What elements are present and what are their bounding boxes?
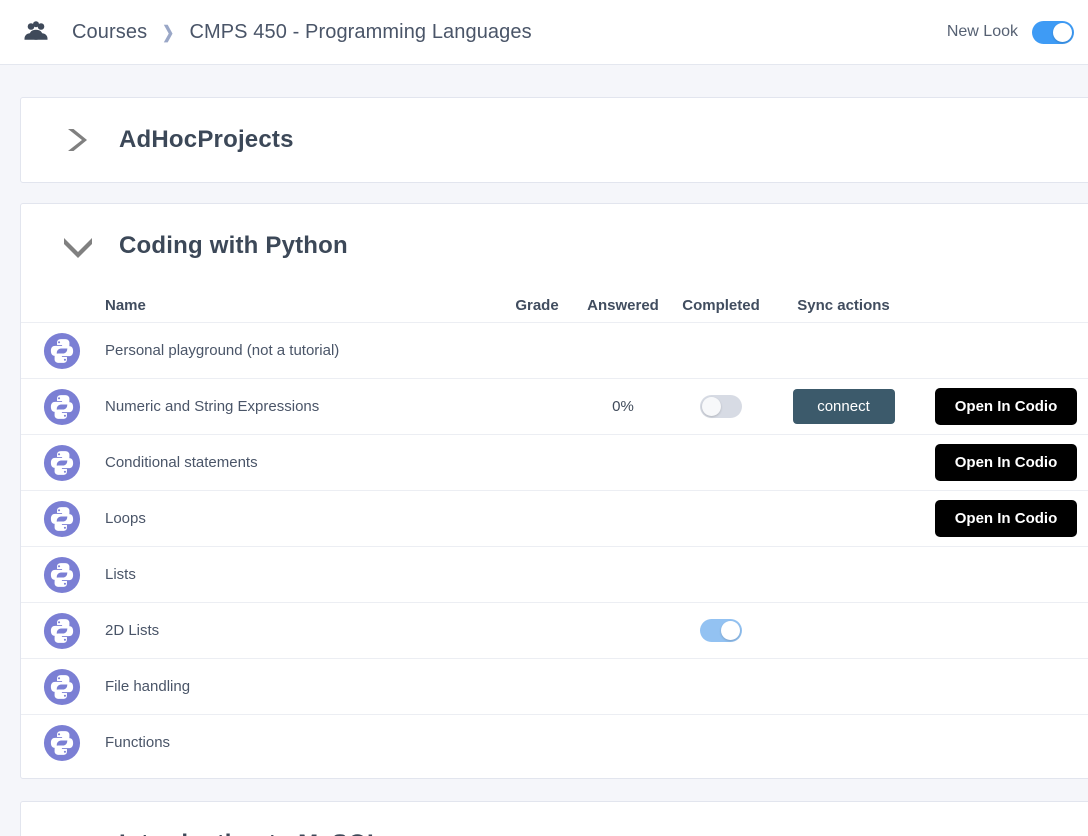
table-row[interactable]: 2D Lists <box>21 602 1088 658</box>
lesson-name[interactable]: Conditional statements <box>105 454 494 471</box>
section-title-adhocprojects: AdHocProjects <box>119 126 294 153</box>
section-header-coding-with-python[interactable]: Coding with Python <box>21 204 1088 288</box>
table-row[interactable]: Lists <box>21 546 1088 602</box>
connect-button[interactable]: connect <box>792 389 895 424</box>
lesson-name[interactable]: Personal playground (not a tutorial) <box>105 342 494 359</box>
row-icon-cell <box>21 668 105 706</box>
section-card-coding-with-python: Coding with Python Name Grade Answered C… <box>20 203 1088 779</box>
lesson-answered: 0% <box>612 398 634 415</box>
row-icon-cell <box>21 724 105 762</box>
lesson-open-cell: Open In Codio <box>911 500 1088 537</box>
lesson-sync-cell: connect <box>776 389 911 424</box>
column-header-completed: Completed <box>682 296 760 314</box>
row-icon-cell <box>21 388 105 426</box>
section-header-adhocprojects[interactable]: AdHocProjects <box>21 98 1088 182</box>
section-card-introduction-to-mysql: Introduction to MySQL <box>20 801 1088 836</box>
lesson-completed-cell <box>666 619 776 642</box>
completed-toggle[interactable] <box>700 619 742 642</box>
chevron-down-icon[interactable] <box>61 233 95 259</box>
lesson-name[interactable]: Loops <box>105 510 494 527</box>
python-icon <box>43 500 81 537</box>
section-header-introduction-to-mysql[interactable]: Introduction to MySQL <box>21 802 1088 836</box>
table-header-row: Name Grade Answered Completed Sync actio… <box>21 288 1088 322</box>
python-icon <box>43 612 81 649</box>
python-icon <box>43 444 81 481</box>
python-icon <box>43 556 81 593</box>
users-group-icon[interactable] <box>22 18 50 46</box>
chevron-down-icon[interactable] <box>61 831 95 836</box>
toggle-knob <box>1053 22 1072 42</box>
breadcrumb: Courses ❯ CMPS 450 - Programming Languag… <box>72 21 532 44</box>
table-row[interactable]: Conditional statements Open In Codio <box>21 434 1088 490</box>
lesson-open-cell: Open In Codio <box>911 444 1088 481</box>
python-icon <box>43 388 81 425</box>
column-header-name: Name <box>105 296 146 314</box>
column-header-sync-actions: Sync actions <box>797 296 890 314</box>
table-row[interactable]: Functions <box>21 714 1088 770</box>
new-look-toggle[interactable] <box>1032 20 1074 44</box>
new-look-label: New Look <box>946 23 1018 40</box>
toggle-knob <box>702 397 721 416</box>
row-icon-cell <box>21 444 105 482</box>
row-icon-cell <box>21 556 105 594</box>
lesson-completed-cell <box>666 395 776 418</box>
top-navigation-bar: Courses ❯ CMPS 450 - Programming Languag… <box>0 0 1088 65</box>
table-row[interactable]: Personal playground (not a tutorial) <box>21 322 1088 378</box>
table-row[interactable]: File handling <box>21 658 1088 714</box>
lessons-table: Name Grade Answered Completed Sync actio… <box>21 288 1088 778</box>
row-icon-cell <box>21 332 105 370</box>
lesson-name[interactable]: 2D Lists <box>105 622 494 639</box>
lesson-name[interactable]: Functions <box>105 734 494 751</box>
section-card-adhocprojects: AdHocProjects <box>20 97 1088 183</box>
completed-toggle[interactable] <box>700 395 742 418</box>
python-icon <box>43 668 81 705</box>
breadcrumb-separator-icon: ❯ <box>162 22 175 42</box>
python-icon <box>43 724 81 761</box>
table-row[interactable]: Loops Open In Codio <box>21 490 1088 546</box>
table-row[interactable]: Numeric and String Expressions 0% connec… <box>21 378 1088 434</box>
page-content: AdHocProjects Coding with Python Name Gr… <box>0 97 1088 836</box>
python-icon <box>43 332 81 369</box>
open-in-codio-button[interactable]: Open In Codio <box>934 388 1078 425</box>
lesson-open-cell: Open In Codio <box>911 388 1088 425</box>
lesson-name[interactable]: File handling <box>105 678 494 695</box>
row-icon-cell <box>21 500 105 538</box>
lesson-name[interactable]: Numeric and String Expressions <box>105 398 494 415</box>
open-in-codio-button[interactable]: Open In Codio <box>934 500 1078 537</box>
lesson-name[interactable]: Lists <box>105 566 494 583</box>
section-title-coding-with-python: Coding with Python <box>119 232 348 259</box>
column-header-grade: Grade <box>515 296 559 314</box>
toggle-knob <box>721 621 740 640</box>
new-look-control: New Look <box>946 20 1074 44</box>
breadcrumb-current-course[interactable]: CMPS 450 - Programming Languages <box>189 21 531 44</box>
column-header-answered: Answered <box>587 296 659 314</box>
open-in-codio-button[interactable]: Open In Codio <box>934 444 1078 481</box>
breadcrumb-courses-link[interactable]: Courses <box>72 21 147 44</box>
chevron-right-icon[interactable] <box>61 127 95 153</box>
row-icon-cell <box>21 612 105 650</box>
section-title-introduction-to-mysql: Introduction to MySQL <box>119 830 382 836</box>
